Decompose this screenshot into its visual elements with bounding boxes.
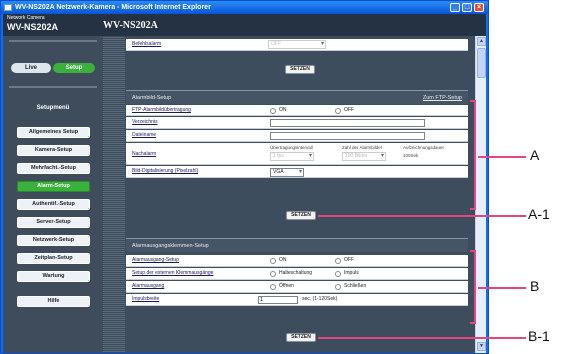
minimize-icon[interactable]: _ — [450, 3, 460, 12]
impulse-label: Impuls — [344, 270, 359, 276]
dateiname-label: Dateiname — [132, 132, 157, 138]
befehlsalarm-select[interactable]: OFF — [268, 40, 326, 49]
ftp-on-label: ON — [279, 107, 287, 113]
scroll-thumb[interactable] — [477, 48, 486, 78]
menu-item-zeitplan[interactable]: Zeitplan-Setup — [17, 253, 90, 264]
schliessen-label: Schließen — [344, 283, 367, 289]
impuls-input[interactable]: 1 — [258, 296, 298, 304]
menu-title: Setupmenü — [36, 105, 70, 111]
setzen-button-b1[interactable]: SETZEN — [286, 333, 316, 342]
leader-a1 — [318, 215, 526, 217]
digital-label: Bild-Digitalisierung (Pixelzahl) — [132, 168, 199, 174]
resolution-select[interactable]: VGA — [270, 168, 304, 177]
impulse-radio[interactable] — [335, 271, 341, 277]
klemmen-header: Alarmausgangsklemmen-Setup — [126, 238, 468, 252]
halte-label: Halteschaltung — [279, 270, 313, 276]
interval-header: Übertragungsintervall — [270, 145, 313, 150]
menu-item-alarm[interactable]: Alarm-Setup — [17, 181, 90, 192]
leader-a — [478, 156, 526, 158]
camera-label: Network Camera — [7, 15, 45, 21]
annotation-b: B — [530, 278, 540, 294]
camera-header: Network Camera WV-NS202A WV-NS202A — [3, 14, 486, 36]
scroll-down-icon[interactable]: ▼ — [477, 342, 486, 351]
leader-b1 — [318, 337, 526, 339]
ftp-off-radio[interactable] — [335, 108, 341, 114]
window-title: WV-NS202A Netzwerk-Kamera - Microsoft In… — [15, 4, 211, 11]
page-title: WV-NS202A — [103, 20, 158, 31]
menu-item-netzwerk[interactable]: Netzwerk-Setup — [17, 235, 90, 246]
ie-icon — [4, 4, 12, 11]
ftp-setup-link[interactable]: Zum FTP-Setup — [423, 91, 462, 105]
vertical-scrollbar[interactable]: ▲ ▼ — [475, 36, 486, 353]
count-select[interactable]: 100 Bilder — [342, 152, 386, 161]
halte-radio[interactable] — [270, 271, 276, 277]
befehlsalarm-label: Befehlsalarm — [132, 41, 162, 47]
nachalarm-label: Nachalarm — [132, 151, 157, 157]
ftp-label: FTP-Alarmbildübertragung — [132, 107, 191, 113]
bracket-b — [470, 250, 476, 324]
ftp-on-radio[interactable] — [270, 108, 276, 114]
offen-radio[interactable] — [270, 284, 276, 290]
divider — [9, 40, 97, 42]
verzeichnis-label: Verzeichnis — [132, 119, 158, 125]
decorative-stripe — [103, 36, 125, 353]
count-header: Zahl der Alarmbilder — [342, 145, 383, 150]
alarmbild-header: Alarmbild-Setup Zum FTP-Setup — [126, 90, 468, 104]
scroll-up-icon[interactable]: ▲ — [477, 37, 486, 46]
setup-off-radio[interactable] — [335, 258, 341, 264]
verzeichnis-input[interactable] — [270, 119, 425, 127]
title-bar: WV-NS202A Netzwerk-Kamera - Microsoft In… — [1, 1, 488, 14]
ausgang-label: Alarmausgang — [132, 283, 165, 289]
setzen-button-top[interactable]: SETZEN — [285, 65, 315, 74]
live-button[interactable]: Live — [11, 63, 51, 73]
annotation-a1: A-1 — [528, 206, 550, 222]
menu-item-mehrfacht[interactable]: Mehrfacht.-Setup — [17, 163, 90, 174]
menu-item-wartung[interactable]: Wartung — [17, 271, 90, 282]
menu-item-allgemeines[interactable]: Allgemeines Setup — [17, 127, 90, 138]
menu-item-authentif[interactable]: Authentif.-Setup — [17, 199, 90, 210]
duration-header: Aufzeichnungsdauer — [403, 145, 445, 150]
menu-item-hilfe[interactable]: Hilfe — [17, 296, 90, 307]
schliessen-radio[interactable] — [335, 284, 341, 290]
impuls-unit: sec. (1-120Sek) — [302, 296, 338, 302]
sidebar: Live Setup Setupmenü Allgemeines Setup K… — [3, 36, 103, 353]
impuls-label: Impulsbreite — [132, 296, 160, 302]
annotation-a: A — [530, 147, 540, 163]
bracket-a — [470, 100, 476, 210]
maximize-icon[interactable]: □ — [462, 3, 472, 12]
setzen-button-a1[interactable]: SETZEN — [286, 211, 316, 220]
ausgang-setup-label: Alarmausgang-Setup — [132, 257, 179, 263]
model-name: WV-NS202A — [7, 22, 59, 32]
setup-on-label: ON — [279, 257, 287, 263]
ausgang-row — [126, 281, 468, 293]
annotation-b1: B-1 — [528, 328, 550, 344]
duration-value: 100Sek — [403, 153, 419, 158]
close-icon[interactable]: × — [474, 3, 484, 12]
divider — [9, 86, 97, 88]
extern-label: Setup der externen Klemmausgänge — [132, 270, 214, 276]
dateiname-input[interactable] — [270, 132, 425, 140]
ftp-off-label: OFF — [344, 107, 354, 113]
setup-on-radio[interactable] — [270, 258, 276, 264]
leader-b — [478, 287, 526, 289]
setup-button[interactable]: Setup — [53, 63, 95, 73]
menu-item-server[interactable]: Server-Setup — [17, 217, 90, 228]
section-title: Alarmbild-Setup — [132, 95, 172, 101]
setup-off-label: OFF — [344, 257, 354, 263]
menu-item-kamera[interactable]: Kamera-Setup — [17, 145, 90, 156]
interval-select[interactable]: 1 fps — [270, 152, 314, 161]
section-title: Alarmausgangsklemmen-Setup — [132, 243, 209, 249]
offen-label: Öffnen — [279, 283, 294, 289]
